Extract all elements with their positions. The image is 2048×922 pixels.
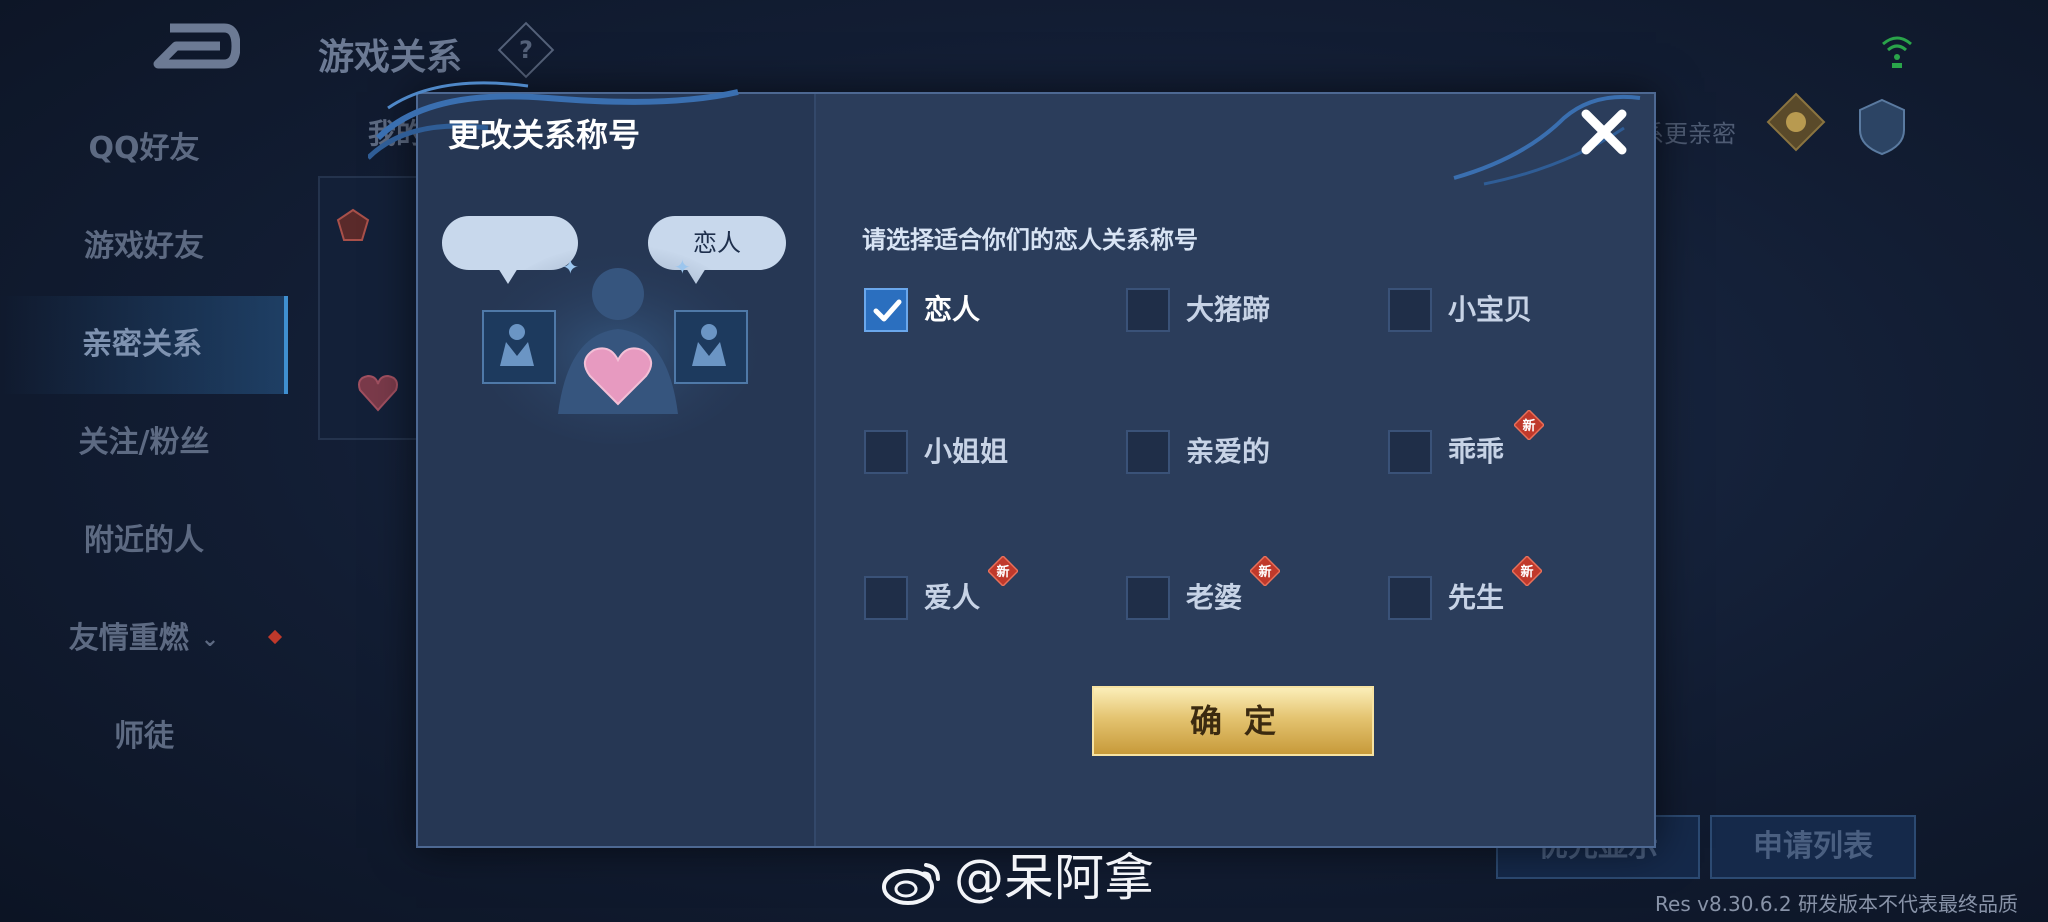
sidebar: QQ好友 游戏好友 亲密关系 关注/粉丝 附近的人 友情重燃 ⌄ 师徒 bbox=[0, 100, 288, 786]
checkbox[interactable] bbox=[1126, 576, 1170, 620]
sidebar-item-follow-fans[interactable]: 关注/粉丝 bbox=[0, 394, 288, 492]
chevron-down-icon: ⌄ bbox=[200, 626, 220, 652]
option-big-sister[interactable]: 小姐姐 bbox=[864, 430, 1104, 480]
checkbox[interactable] bbox=[1126, 288, 1170, 332]
dialog-title: 更改关系称号 bbox=[448, 116, 641, 154]
option-label: 大猪蹄 bbox=[1186, 293, 1271, 326]
new-badge-text: 新 bbox=[1258, 564, 1271, 580]
option-darling[interactable]: 亲爱的 bbox=[1126, 430, 1366, 480]
close-icon[interactable] bbox=[1576, 104, 1632, 160]
new-badge-icon: 新 bbox=[1514, 410, 1544, 440]
sidebar-item-intimate[interactable]: 亲密关系 bbox=[0, 296, 288, 394]
watermark: @呆阿拿 bbox=[880, 838, 1154, 910]
option-label: 爱人 bbox=[924, 581, 981, 614]
checkbox[interactable] bbox=[1126, 430, 1170, 474]
sidebar-item-nearby[interactable]: 附近的人 bbox=[0, 492, 288, 590]
checkbox[interactable] bbox=[864, 576, 908, 620]
option-label: 小姐姐 bbox=[924, 435, 1009, 468]
sidebar-item-rekindle[interactable]: 友情重燃 ⌄ bbox=[0, 590, 288, 688]
avatar-silhouette-icon bbox=[692, 324, 726, 366]
heart-rank-icon bbox=[358, 374, 398, 412]
option-label: 亲爱的 bbox=[1186, 435, 1271, 468]
option-guaiguai[interactable]: 乖乖 新 bbox=[1388, 410, 1628, 480]
option-label: 乖乖 bbox=[1448, 435, 1505, 468]
option-lover[interactable]: 恋人 bbox=[864, 288, 1104, 338]
svg-text:✦: ✦ bbox=[674, 255, 691, 279]
couple-preview-panel: 恋人 ✦ ✦ bbox=[418, 94, 816, 846]
checkbox-checked[interactable] bbox=[864, 288, 908, 332]
checkbox[interactable] bbox=[864, 430, 908, 474]
avatar-left bbox=[482, 310, 556, 384]
sidebar-item-mentor[interactable]: 师徒 bbox=[0, 688, 288, 786]
rank-badge-icon bbox=[336, 208, 370, 241]
option-label: 小宝贝 bbox=[1448, 293, 1533, 326]
back-arrow-icon[interactable] bbox=[150, 20, 240, 72]
checkbox[interactable] bbox=[1388, 288, 1432, 332]
weibo-logo-icon bbox=[882, 862, 940, 905]
option-wife[interactable]: 老婆 新 bbox=[1126, 556, 1366, 626]
new-badge-icon: 新 bbox=[988, 556, 1018, 586]
avatar-right bbox=[674, 310, 748, 384]
confirm-button[interactable]: 确定 bbox=[1092, 686, 1374, 756]
sidebar-item-qq-friends[interactable]: QQ好友 bbox=[0, 100, 288, 198]
sidebar-item-game-friends[interactable]: 游戏好友 bbox=[0, 198, 288, 296]
settings-gear-icon[interactable] bbox=[1766, 92, 1826, 152]
checkbox[interactable] bbox=[1388, 576, 1432, 620]
new-badge-text: 新 bbox=[1522, 418, 1535, 434]
change-title-dialog: 恋人 ✦ ✦ 更改关系称号 请选择适合你们的恋人关系称号 恋人 大猪蹄 小宝贝 … bbox=[368, 81, 1656, 848]
help-icon[interactable]: ? bbox=[497, 21, 555, 79]
checkmark-icon bbox=[873, 299, 902, 322]
option-husband[interactable]: 先生 新 bbox=[1388, 556, 1628, 626]
instruction-text: 请选择适合你们的恋人关系称号 bbox=[862, 226, 1198, 254]
notification-dot bbox=[267, 629, 283, 645]
option-little-treasure[interactable]: 小宝贝 bbox=[1388, 288, 1628, 338]
checkbox[interactable] bbox=[1388, 430, 1432, 474]
apply-list-button[interactable]: 申请列表 bbox=[1710, 815, 1916, 879]
option-label: 恋人 bbox=[924, 293, 981, 326]
new-badge-icon: 新 bbox=[1512, 556, 1542, 586]
wifi-icon bbox=[1882, 36, 1912, 68]
new-badge-text: 新 bbox=[996, 564, 1009, 580]
option-label: 老婆 bbox=[1186, 581, 1243, 614]
version-text: Res v8.30.6.2 研发版本不代表最终品质 bbox=[1655, 892, 2018, 916]
svg-text:✦: ✦ bbox=[562, 255, 579, 279]
avatar-silhouette-icon bbox=[500, 324, 534, 366]
option-label: 先生 bbox=[1448, 581, 1505, 614]
new-badge-icon: 新 bbox=[1250, 556, 1280, 586]
option-sweetheart[interactable]: 爱人 新 bbox=[864, 556, 1104, 626]
page-title: 游戏关系 bbox=[318, 37, 463, 78]
shield-icon[interactable] bbox=[1856, 96, 1908, 156]
new-badge-text: 新 bbox=[1520, 564, 1533, 580]
option-pig-trotter[interactable]: 大猪蹄 bbox=[1126, 288, 1366, 338]
